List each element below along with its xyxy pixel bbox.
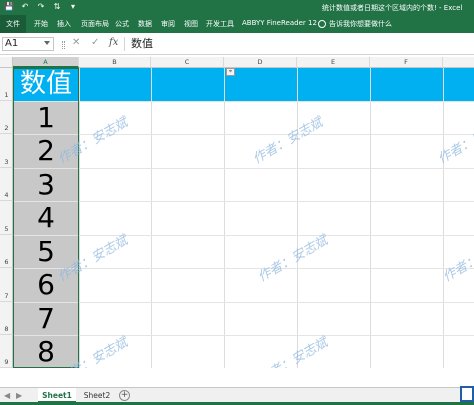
save-icon[interactable]: 💾: [4, 2, 14, 12]
grid-line: [443, 68, 444, 368]
tell-me-search[interactable]: 告诉我你想要做什么: [318, 19, 392, 29]
column-header-e[interactable]: E: [297, 57, 370, 68]
column-header-c[interactable]: C: [151, 57, 224, 68]
tab-review[interactable]: 审阅: [161, 19, 175, 29]
quick-access-toolbar: 💾 ↶ ↷ ⇅ ▾: [4, 2, 78, 12]
sheet-tab-sheet2[interactable]: Sheet2: [78, 388, 116, 403]
grid-line: [13, 201, 474, 202]
formula-bar: A1 ✕ ✓ fx 数值: [0, 33, 474, 55]
enter-icon[interactable]: ✓: [91, 37, 99, 48]
add-sheet-icon[interactable]: +: [119, 390, 130, 401]
column-header-d[interactable]: D: [224, 57, 297, 68]
row-header-4[interactable]: 4: [0, 168, 13, 201]
title-bar: 💾 ↶ ↷ ⇅ ▾ 统计数值或者日期这个区域内的个数! - Excel: [0, 0, 474, 15]
grid-line: [13, 302, 474, 303]
tab-home[interactable]: 开始: [34, 19, 48, 29]
row-header-5[interactable]: 5: [0, 201, 13, 235]
select-all-corner[interactable]: [0, 57, 13, 68]
lightbulb-icon: [318, 20, 326, 28]
sheet-tab-sheet1[interactable]: Sheet1: [38, 388, 76, 403]
undo-icon[interactable]: ↶: [20, 2, 30, 12]
tab-abbyy[interactable]: ABBYY FineReader 12: [242, 19, 317, 27]
cell-grid[interactable]: 数值 1 2 3 4 5 6 7 8 ⌖ 作者：安志斌 作者：安志斌 作者：安志…: [13, 68, 474, 368]
grid-line: [79, 68, 80, 368]
grid-line: [297, 68, 298, 368]
row-header-6[interactable]: 6: [0, 235, 13, 268]
chevron-left-icon[interactable]: ◀: [4, 391, 10, 400]
watermark-text: 作者：安志斌: [255, 335, 331, 368]
customize-icon[interactable]: ▾: [68, 2, 78, 12]
column-headers: A B C D E F: [0, 57, 474, 68]
window-title: 统计数值或者日期这个区域内的个数! - Excel: [322, 4, 463, 12]
formula-input[interactable]: 数值: [124, 37, 470, 51]
formula-bar-grip[interactable]: [62, 41, 65, 49]
tab-page-layout[interactable]: 页面布局: [81, 19, 109, 29]
watermark-text: 作者：安志斌: [435, 115, 474, 168]
grid-line: [13, 335, 474, 336]
watermark-text: 作者：安志斌: [250, 115, 326, 168]
row-header-3[interactable]: 3: [0, 134, 13, 168]
row-header-9[interactable]: 9: [0, 335, 13, 368]
row-header-2[interactable]: 2: [0, 101, 13, 134]
app-logo-icon: [460, 386, 474, 402]
chevron-right-icon[interactable]: ▶: [16, 391, 22, 400]
column-header-b[interactable]: B: [79, 57, 151, 68]
grid-line: [13, 101, 474, 102]
quick-analysis-icon[interactable]: ⌖: [226, 68, 235, 76]
tab-data[interactable]: 数据: [138, 19, 152, 29]
grid-line: [13, 235, 474, 236]
cancel-icon[interactable]: ✕: [72, 37, 80, 48]
grid-line: [151, 68, 152, 368]
row-header-8[interactable]: 8: [0, 302, 13, 335]
tab-file[interactable]: 文件: [0, 15, 26, 33]
grid-line: [13, 168, 474, 169]
redo-icon[interactable]: ↷: [36, 2, 46, 12]
watermark-text: 作者：安志斌: [255, 233, 331, 286]
grid-line: [224, 68, 225, 368]
ribbon-tabs: 文件 开始 插入 页面布局 公式 数据 审阅 视图 开发工具 ABBYY Fin…: [0, 15, 474, 33]
tab-view[interactable]: 视图: [184, 19, 198, 29]
row-1-fill: [13, 68, 474, 101]
column-header-a[interactable]: A: [13, 57, 79, 68]
column-header-f[interactable]: F: [370, 57, 443, 68]
tell-me-text: 告诉我你想要做什么: [329, 20, 392, 28]
tab-formulas[interactable]: 公式: [115, 19, 129, 29]
chevron-down-icon[interactable]: [44, 41, 50, 45]
tab-insert[interactable]: 插入: [57, 19, 71, 29]
insert-function-icon[interactable]: fx: [109, 37, 118, 48]
row-header-7[interactable]: 7: [0, 268, 13, 302]
selection-border: [13, 68, 79, 368]
grid-line: [370, 68, 371, 368]
sort-icon[interactable]: ⇅: [52, 2, 62, 12]
tab-developer[interactable]: 开发工具: [206, 19, 234, 29]
row-header-1[interactable]: 1: [0, 68, 13, 101]
row-headers: 1 2 3 4 5 6 7 8 9: [0, 68, 13, 368]
